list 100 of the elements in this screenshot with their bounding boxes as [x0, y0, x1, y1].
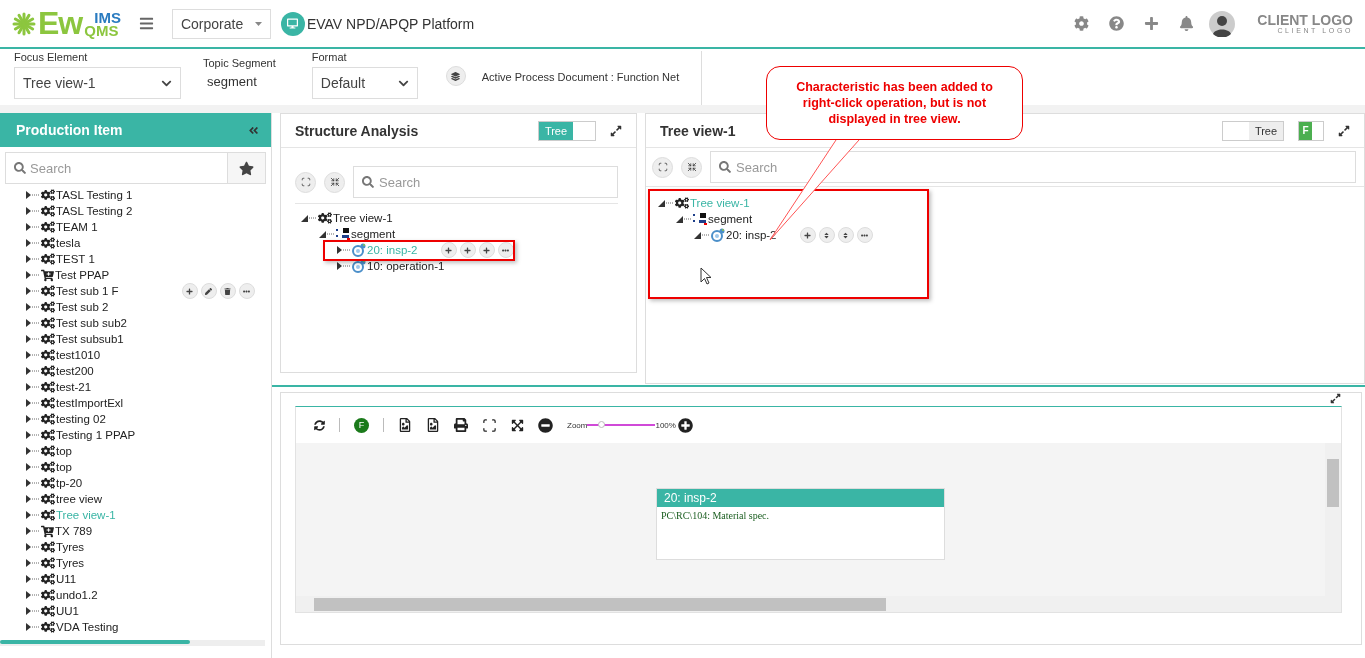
search-field[interactable]: Search [710, 151, 1356, 183]
company-select[interactable]: Corporate [171, 8, 271, 39]
tree-node[interactable]: TASL Testing 1 [56, 189, 135, 201]
collapsed-toggle-icon[interactable] [26, 399, 31, 407]
collapsed-toggle-icon[interactable] [26, 495, 31, 503]
search-field[interactable]: Search [353, 166, 618, 198]
collapsed-toggle-icon[interactable] [26, 559, 31, 567]
search-input[interactable]: Search [736, 159, 1347, 175]
search-input[interactable]: Search [379, 174, 609, 190]
collapsed-toggle-icon[interactable] [26, 271, 31, 279]
collapse-all-button[interactable] [324, 171, 345, 193]
diagram-node[interactable]: 20: insp-2 PC\RC\104: Material spec. [656, 488, 945, 560]
tree-node[interactable]: Test PPAP [55, 269, 112, 281]
collapsed-toggle-icon[interactable] [26, 335, 31, 343]
collapsed-toggle-icon[interactable] [26, 511, 31, 519]
expanded-toggle-icon[interactable] [694, 231, 701, 239]
view-toggle[interactable]: Tree [1222, 120, 1284, 141]
tree-node[interactable]: test1010 [56, 349, 103, 361]
tree-node[interactable]: TEST 1 [56, 253, 97, 265]
collapsed-toggle-icon[interactable] [26, 223, 31, 231]
plus-button[interactable] [181, 283, 198, 299]
layers-button[interactable] [445, 66, 466, 86]
scrollbar[interactable] [296, 596, 1325, 612]
tree-node[interactable]: TEAM 1 [56, 221, 100, 233]
settings-icon[interactable] [1074, 16, 1090, 31]
tree-node[interactable]: top [56, 461, 74, 473]
fit-screen-icon[interactable] [482, 417, 497, 433]
collapsed-toggle-icon[interactable] [26, 415, 31, 423]
tree-node[interactable]: Tyres [56, 541, 87, 553]
expanded-toggle-icon[interactable] [676, 215, 683, 223]
file-export-icon[interactable] [426, 418, 440, 432]
fullscreen-icon[interactable] [511, 418, 524, 432]
tree-node[interactable]: 10: operation-1 [367, 260, 447, 272]
more-button[interactable] [497, 242, 514, 258]
collapsed-toggle-icon[interactable] [26, 591, 31, 599]
add-button[interactable] [440, 242, 457, 258]
add-button[interactable] [799, 227, 816, 243]
collapsed-toggle-icon[interactable] [26, 527, 31, 535]
format-select[interactable]: Default [311, 67, 418, 99]
tree-node[interactable]: Test subsub1 [56, 333, 126, 345]
collapsed-toggle-icon[interactable] [337, 246, 342, 254]
menu-icon[interactable] [138, 16, 154, 31]
slider-thumb[interactable] [598, 421, 606, 428]
tree-node[interactable]: Test sub 1 F [56, 285, 121, 297]
collapsed-toggle-icon[interactable] [26, 367, 31, 375]
collapse-all-button[interactable] [681, 156, 702, 178]
tree-node[interactable]: tree view [56, 493, 105, 505]
delete-button[interactable] [219, 283, 236, 299]
sort-button[interactable] [837, 227, 854, 243]
refresh-icon[interactable] [314, 419, 325, 431]
collapsed-toggle-icon[interactable] [26, 287, 31, 295]
tree-node[interactable]: segment [708, 213, 755, 225]
collapsed-toggle-icon[interactable] [26, 239, 31, 247]
collapsed-toggle-icon[interactable] [26, 319, 31, 327]
add-button[interactable] [478, 242, 495, 258]
tree-node[interactable]: Tree view-1 [333, 212, 395, 224]
collapsed-toggle-icon[interactable] [26, 383, 31, 391]
avatar-icon[interactable] [1209, 10, 1236, 37]
expand-all-button[interactable] [652, 156, 673, 178]
expand-button[interactable] [1330, 393, 1341, 404]
scrollbar[interactable] [0, 640, 265, 646]
collapsed-toggle-icon[interactable] [26, 543, 31, 551]
collapsed-toggle-icon[interactable] [26, 303, 31, 311]
collapse-button[interactable] [248, 124, 259, 136]
tree-node[interactable]: Testing 1 PPAP [56, 429, 138, 441]
focus-element-select[interactable]: Tree view-1 [14, 67, 181, 99]
collapsed-toggle-icon[interactable] [26, 351, 31, 359]
tree-node[interactable]: TASL Testing 2 [56, 205, 135, 217]
collapsed-toggle-icon[interactable] [26, 191, 31, 199]
edit-button[interactable] [200, 283, 217, 299]
tree-node[interactable]: segment [351, 228, 398, 240]
collapsed-toggle-icon[interactable] [26, 447, 31, 455]
tree-node[interactable]: testing 02 [56, 413, 108, 425]
scrollbar[interactable] [1325, 443, 1341, 612]
collapsed-toggle-icon[interactable] [26, 623, 31, 631]
collapsed-toggle-icon[interactable] [26, 575, 31, 583]
tree-node[interactable]: testImportExl [56, 397, 126, 409]
expanded-toggle-icon[interactable] [301, 214, 308, 222]
tree-node[interactable]: 20: insp-2 [726, 229, 779, 241]
f-badge[interactable]: F [354, 417, 369, 433]
sort-button[interactable] [818, 227, 835, 243]
bell-icon[interactable] [1179, 16, 1195, 31]
expanded-toggle-icon[interactable] [658, 199, 665, 207]
tree-node[interactable]: UU1 [56, 605, 81, 617]
tree-node[interactable]: TX 789 [55, 525, 95, 537]
print-icon[interactable] [454, 418, 468, 432]
tree-node[interactable]: tp-20 [56, 477, 85, 489]
collapsed-toggle-icon[interactable] [26, 431, 31, 439]
tree-node[interactable]: tesla [56, 237, 83, 249]
add-icon[interactable] [1144, 16, 1160, 31]
tree-node[interactable]: test-21 [56, 381, 94, 393]
expanded-toggle-icon[interactable] [319, 230, 326, 238]
file-export-icon[interactable] [398, 418, 412, 432]
collapsed-toggle-icon[interactable] [26, 479, 31, 487]
tree-node[interactable]: test200 [56, 365, 96, 377]
tree-node[interactable]: top [56, 445, 74, 457]
help-icon[interactable] [1109, 16, 1125, 31]
expand-all-button[interactable] [295, 171, 316, 193]
expand-button[interactable] [1338, 124, 1350, 137]
collapsed-toggle-icon[interactable] [337, 262, 342, 270]
